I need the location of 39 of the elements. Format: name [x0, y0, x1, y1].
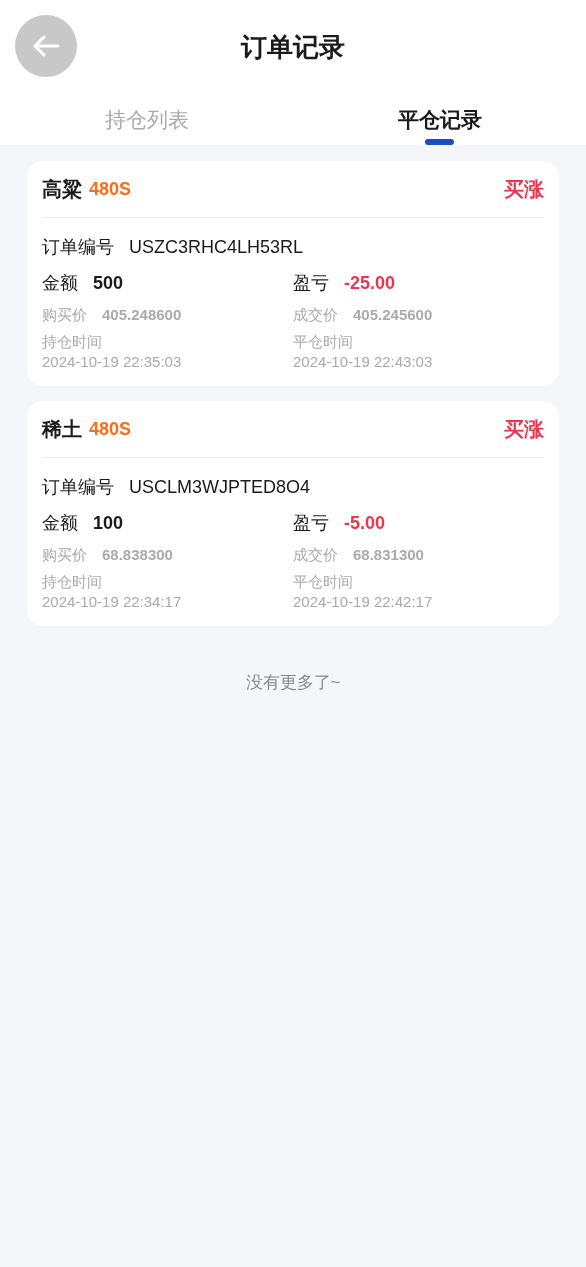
- direction-text: 买涨: [504, 177, 544, 202]
- field-value: 500: [93, 271, 124, 295]
- field-label: 持仓时间: [42, 572, 103, 592]
- field-value: 100: [93, 511, 124, 535]
- product-name: 稀土: [42, 417, 82, 442]
- period-text: 480S: [89, 177, 132, 201]
- order-number: USCLM3WJPTED8O4: [129, 476, 311, 499]
- no-more-text: 没有更多了~: [245, 672, 341, 694]
- field-label: 盈亏: [293, 271, 329, 295]
- field-label: 订单编号: [42, 236, 114, 259]
- field-label: 平仓时间: [293, 332, 354, 352]
- field-label: 持仓时间: [42, 332, 103, 352]
- field-label: 金额: [42, 271, 78, 295]
- period-text: 480S: [89, 417, 132, 441]
- time-value: 2024-10-19 22:34:17: [42, 592, 183, 612]
- field-value: 405.245600: [353, 304, 433, 325]
- field-label: 购买价: [42, 544, 87, 565]
- field-label: 盈亏: [293, 511, 329, 535]
- field-label: 订单编号: [42, 476, 114, 499]
- direction-text: 买涨: [504, 417, 544, 442]
- field-value: 68.838300: [102, 544, 173, 565]
- time-value: 2024-10-19 22:42:17: [293, 592, 434, 612]
- field-label: 成交价: [293, 544, 338, 565]
- page-title: 订单记录: [241, 31, 345, 64]
- tab[interactable]: 平仓记录: [397, 104, 482, 134]
- product-name: 高粱: [42, 177, 82, 202]
- field-value: -5.00: [344, 511, 386, 535]
- tab-indicator: [425, 139, 454, 145]
- field-label: 金额: [42, 511, 78, 535]
- time-value: 2024-10-19 22:35:03: [42, 352, 183, 372]
- order-number: USZC3RHC4LH53RL: [129, 236, 304, 259]
- field-value: 68.831300: [353, 544, 424, 565]
- field-value: 405.248600: [102, 304, 182, 325]
- field-label: 成交价: [293, 304, 338, 325]
- field-label: 平仓时间: [293, 572, 354, 592]
- time-value: 2024-10-19 22:43:03: [293, 352, 434, 372]
- back-arrow-icon: [32, 34, 60, 58]
- field-label: 购买价: [42, 304, 87, 325]
- field-value: -25.00: [344, 271, 396, 295]
